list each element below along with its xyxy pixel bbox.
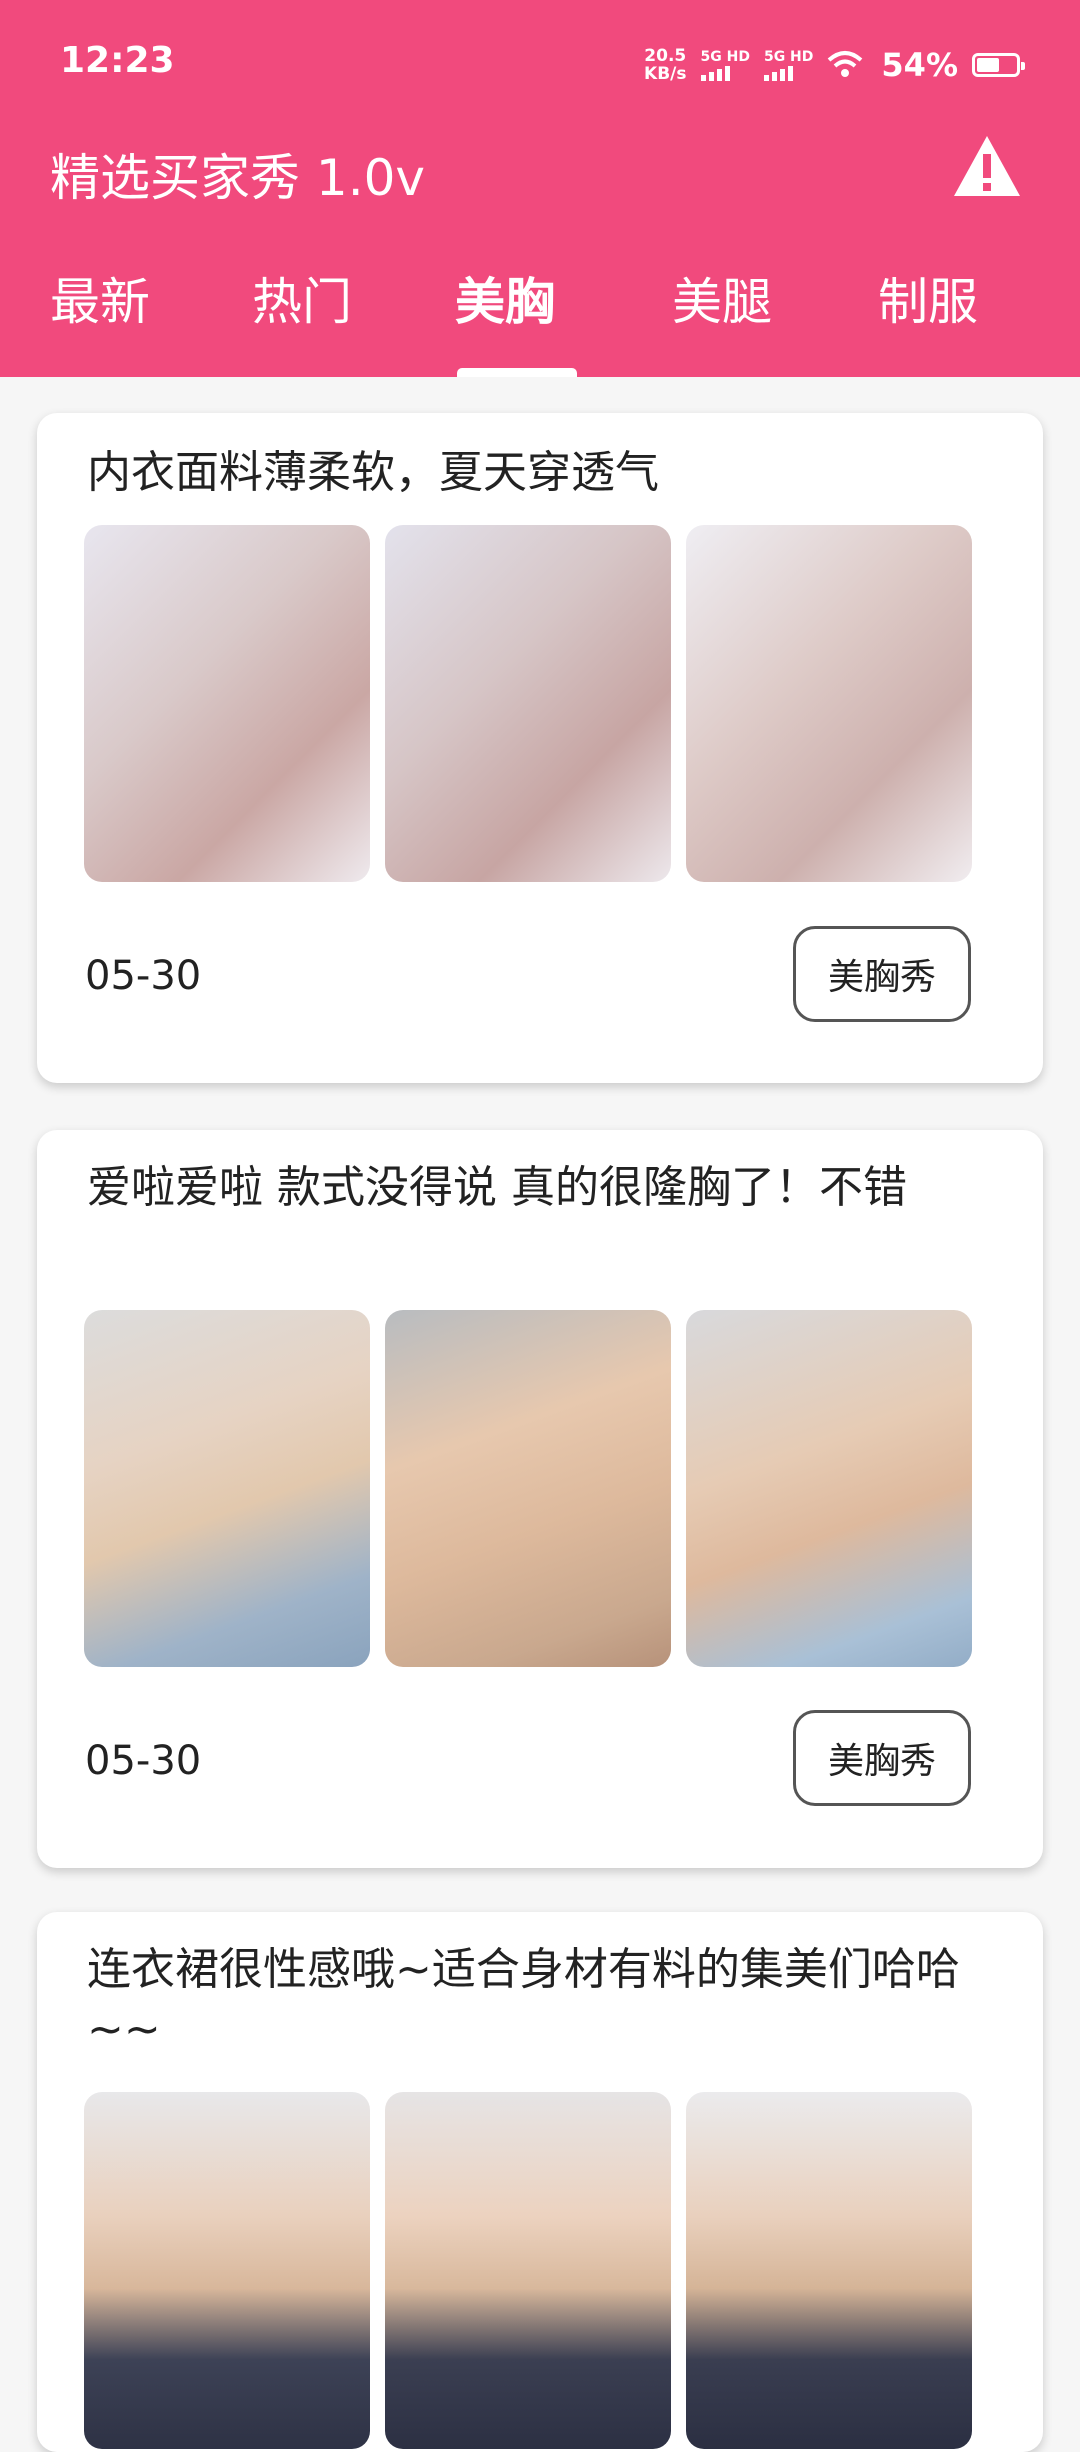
app-title: 精选买家秀 1.0v: [50, 149, 425, 207]
post-card[interactable]: 内衣面料薄柔软，夏天穿透气 05-30 美胸秀: [37, 413, 1043, 1083]
post-photo[interactable]: [686, 525, 972, 882]
post-date: 05-30: [85, 953, 202, 999]
status-icons: 20.5 KB/s 5G HD 5G HD 54%: [644, 40, 1025, 90]
active-tab-indicator: [457, 368, 577, 377]
photo-row: [84, 2092, 994, 2449]
network-speed: 20.5 KB/s: [644, 47, 686, 83]
post-text: 连衣裙很性感哦~适合身材有料的集美们哈哈~~: [87, 1944, 960, 2055]
signal-icon: 5G HD: [763, 49, 814, 81]
app-header: 12:23 20.5 KB/s 5G HD 5G HD 54% 精选买家秀 1.…: [0, 0, 1080, 377]
photo-row: [84, 1310, 994, 1667]
tab-chest[interactable]: 美胸: [455, 262, 555, 334]
signal-icon: 5G HD: [700, 49, 750, 81]
post-text: 爱啦爱啦 款式没得说 真的很隆胸了！不错: [87, 1162, 907, 1213]
post-date: 05-30: [85, 1738, 202, 1784]
network-speed-unit: KB/s: [644, 64, 687, 84]
post-photo[interactable]: [686, 2092, 972, 2449]
tag-button[interactable]: 美胸秀: [793, 926, 971, 1022]
post-photo[interactable]: [385, 1310, 671, 1667]
tab-uniform[interactable]: 制服: [878, 262, 978, 334]
status-bar: 12:23 20.5 KB/s 5G HD 5G HD 54%: [0, 0, 1080, 128]
photo-row: [84, 525, 994, 882]
tab-latest[interactable]: 最新: [50, 262, 150, 334]
tag-button[interactable]: 美胸秀: [793, 1710, 971, 1806]
sim2-label: 5G HD: [763, 49, 814, 65]
post-photo[interactable]: [84, 525, 370, 882]
tab-popular[interactable]: 热门: [252, 262, 352, 334]
post-photo[interactable]: [84, 1310, 370, 1667]
post-card[interactable]: 爱啦爱啦 款式没得说 真的很隆胸了！不错 05-30 美胸秀: [37, 1130, 1043, 1868]
status-time: 12:23: [60, 40, 175, 81]
post-card[interactable]: 连衣裙很性感哦~适合身材有料的集美们哈哈~~: [37, 1912, 1043, 2452]
wifi-icon: [828, 51, 863, 77]
sim1-label: 5G HD: [700, 49, 750, 65]
battery-icon: [972, 53, 1025, 77]
post-photo[interactable]: [385, 525, 671, 882]
post-photo[interactable]: [84, 2092, 370, 2449]
warning-icon[interactable]: [952, 134, 1022, 198]
battery-percent: 54%: [881, 46, 958, 84]
post-text: 内衣面料薄柔软，夏天穿透气: [87, 447, 659, 498]
network-speed-value: 20.5: [644, 46, 687, 66]
post-photo[interactable]: [686, 1310, 972, 1667]
tab-legs[interactable]: 美腿: [672, 262, 772, 334]
post-photo[interactable]: [385, 2092, 671, 2449]
category-tabs: 最新 热门 美胸 美腿 制服: [0, 262, 1080, 352]
